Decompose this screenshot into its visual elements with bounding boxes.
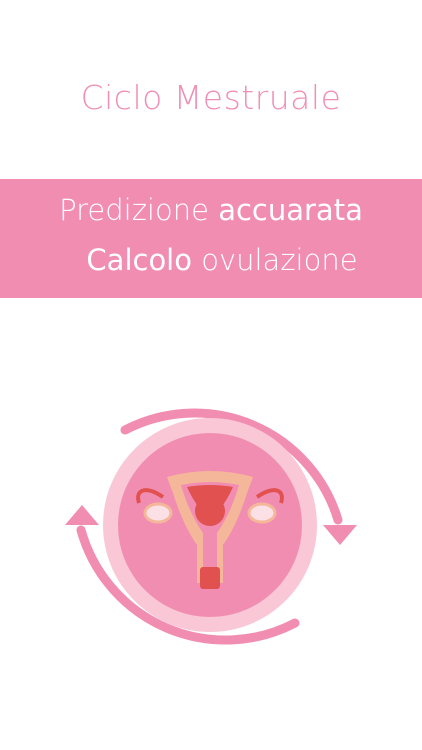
feature-prediction-label: Predizione: [59, 193, 209, 227]
feature-prediction: Predizione accuarata: [0, 193, 422, 227]
feature-ovulation: Calcolo ovulazione: [0, 243, 422, 277]
feature-ovulation-emphasis: Calcolo: [86, 243, 192, 277]
app-title: Ciclo Mestruale: [80, 78, 342, 117]
onboarding-screen: Ciclo Mestruale Predizione accuarata Cal…: [0, 0, 422, 750]
feature-banner: Predizione accuarata Calcolo ovulazione: [0, 179, 422, 298]
feature-ovulation-label: ovulazione: [201, 243, 358, 277]
uterus-cycle-icon: [65, 408, 357, 645]
feature-prediction-emphasis: accuarata: [218, 193, 363, 227]
